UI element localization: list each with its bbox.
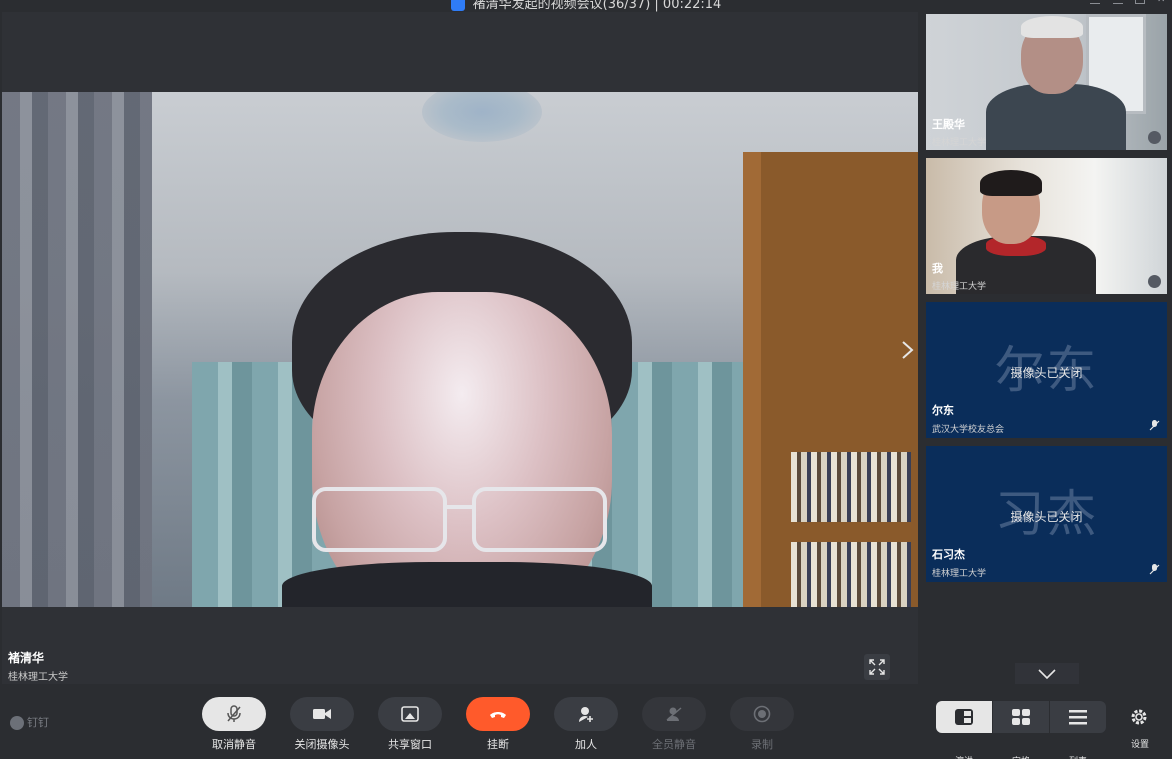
maximize-icon[interactable] (1135, 0, 1145, 4)
brand-label: 钉钉 (27, 716, 49, 729)
mic-muted-icon (227, 705, 241, 722)
video-book-row (791, 452, 911, 522)
video-curtain (2, 92, 152, 607)
grid-view-button[interactable] (993, 701, 1049, 733)
video-bookshelf (743, 152, 918, 607)
person-shirt (282, 562, 652, 607)
brand: 钉钉 (10, 714, 49, 730)
list-view-label: 列表 (1050, 754, 1106, 759)
call-toolbar: 钉钉 取消静音 关闭摄像头 共享窗口 挂断 加人 全员静音 录制 设置 (0, 684, 1172, 759)
tile-video-hair (980, 170, 1042, 196)
meeting-icon (450, 0, 465, 11)
layout-switcher: 演讲 宫格 列表 (936, 701, 1106, 759)
mute-all-icon (666, 707, 682, 721)
participant-name: 我 (932, 262, 943, 275)
participant-org: 桂林理工大学 (932, 282, 987, 292)
scroll-down-button[interactable] (1015, 663, 1079, 685)
record-label: 录制 (751, 738, 773, 751)
glasses-lens-right (472, 487, 607, 552)
share-screen-icon (401, 706, 419, 722)
video-ceiling-lamp (422, 92, 542, 142)
mic-muted-icon (1149, 420, 1160, 431)
speaker-layout-icon (955, 709, 973, 725)
mic-muted-icon (1148, 131, 1161, 144)
window-title-wrap: 褚清华发起的视频会议(36/37) | 00:22:14 (0, 0, 1172, 12)
camera-off-label: 摄像头已关闭 (1010, 366, 1083, 380)
mute-all-button[interactable] (642, 697, 706, 731)
chevron-down-icon (1038, 669, 1056, 680)
unmute-label: 取消静音 (212, 738, 256, 751)
dingtalk-logo-icon (10, 716, 24, 730)
participant-name: 尔东 (932, 404, 954, 417)
record-button[interactable] (730, 697, 794, 731)
title-bar: 褚清华发起的视频会议(36/37) | 00:22:14 ✕ (0, 0, 1172, 12)
record-icon (753, 705, 771, 723)
participant-tile[interactable]: 习杰 摄像头已关闭 石习杰 桂林理工大学 (926, 446, 1167, 582)
pin-icon[interactable] (1090, 0, 1100, 4)
participant-org: 桂林理工大学 (932, 569, 987, 579)
main-participant-name: 褚清华 (8, 651, 45, 665)
expand-icon (869, 659, 885, 675)
video-book-row (791, 542, 911, 607)
glasses-lens-left (312, 487, 447, 552)
video-camera-icon (313, 709, 331, 719)
camera-toggle-button[interactable] (290, 697, 354, 731)
share-window-button[interactable] (378, 697, 442, 731)
window-title: 褚清华发起的视频会议(36/37) | 00:22:14 (472, 0, 722, 12)
mic-muted-icon (1149, 564, 1160, 575)
gear-icon[interactable] (1128, 706, 1150, 728)
person-face (312, 292, 612, 607)
camera-toggle-label: 关闭摄像头 (294, 738, 350, 751)
speaker-view-button[interactable] (936, 701, 992, 733)
participant-panel: 王殿华 桂林理工大学 我 桂林理工大学 尔东 摄像头已关闭 尔东 武汉大学校友总… (920, 12, 1172, 685)
participant-name: 石习杰 (932, 548, 965, 561)
mute-all-label: 全员静音 (652, 738, 696, 751)
add-user-icon (579, 707, 593, 722)
video-conference-window: 褚清华发起的视频会议(36/37) | 00:22:14 ✕ 褚清华 (0, 0, 1172, 759)
person-glasses (312, 487, 612, 557)
tile-video-hair (1021, 16, 1083, 38)
camera-off-label: 摄像头已关闭 (1010, 510, 1083, 524)
participant-org: 武汉大学校友总会 (932, 425, 1005, 435)
participant-tile[interactable]: 王殿华 桂林理工大学 (926, 14, 1167, 150)
chevron-right-icon[interactable] (898, 338, 918, 362)
phone-hangup-icon (490, 712, 506, 718)
minimize-icon[interactable] (1113, 0, 1123, 4)
fullscreen-button[interactable] (864, 654, 890, 680)
list-layout-icon (1069, 710, 1087, 725)
unmute-button[interactable] (202, 697, 266, 731)
video-person (282, 232, 652, 607)
list-view-button[interactable] (1050, 701, 1106, 733)
hang-up-button[interactable] (466, 697, 530, 731)
speaker-view-label: 演讲 (936, 754, 992, 759)
close-icon[interactable]: ✕ (1157, 0, 1167, 5)
participant-org: 桂林理工大学 (932, 138, 987, 148)
add-person-button[interactable] (554, 697, 618, 731)
grid-view-label: 宫格 (993, 754, 1049, 759)
main-video[interactable] (2, 92, 918, 607)
mic-muted-icon (1148, 275, 1161, 288)
share-window-label: 共享窗口 (388, 738, 432, 751)
settings-label: 设置 (1130, 740, 1149, 750)
participant-tile-self[interactable]: 我 桂林理工大学 (926, 158, 1167, 294)
hang-up-label: 挂断 (487, 738, 509, 751)
grid-layout-icon (1012, 709, 1030, 725)
add-person-label: 加人 (575, 738, 597, 751)
participant-tile[interactable]: 尔东 摄像头已关闭 尔东 武汉大学校友总会 (926, 302, 1167, 438)
main-participant-org: 桂林理工大学 (8, 672, 68, 683)
participant-name: 王殿华 (932, 118, 965, 131)
